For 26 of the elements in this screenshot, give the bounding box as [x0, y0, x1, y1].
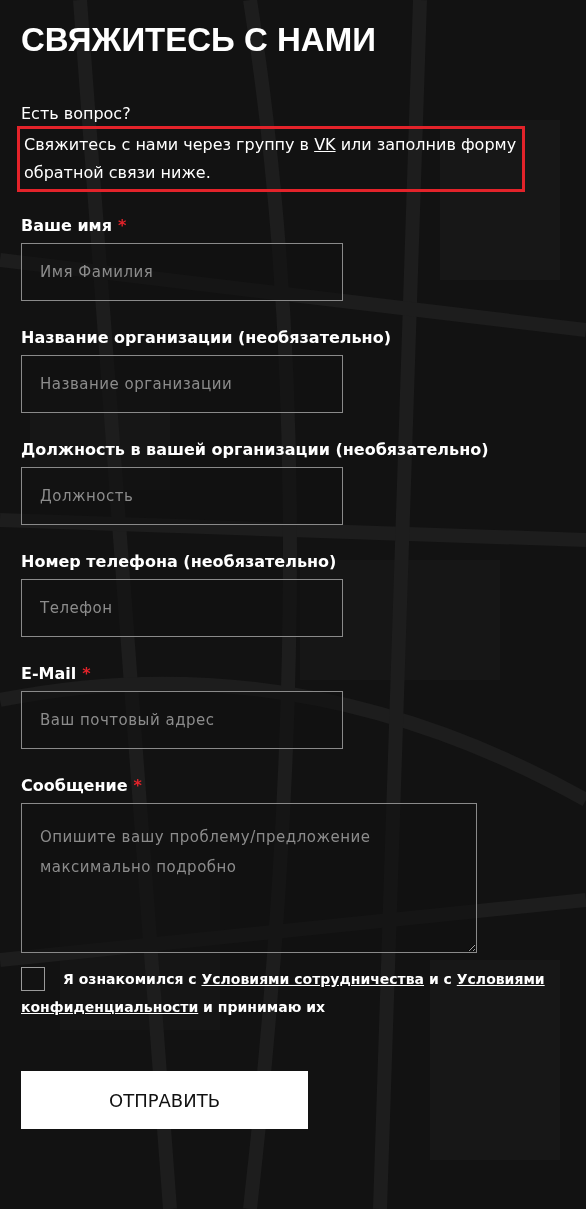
intro-paragraph: Свяжитесь с нами через группу в VK или заполнив форму обратной связи ниже.	[17, 126, 525, 192]
required-mark: *	[82, 664, 91, 683]
submit-button[interactable]: ОТПРАВИТЬ	[21, 1071, 308, 1129]
input-field[interactable]: Имя Фамилия	[21, 243, 343, 301]
consent-text: Я ознакомился с Условиями сотрудничества и с Условиями	[63, 970, 545, 989]
consent-text: конфиденциальности и принимаю их	[21, 998, 325, 1017]
vk-link[interactable]: VK	[314, 135, 336, 154]
field-label: Должность в вашей организации (необязательно)	[21, 439, 489, 461]
input-field[interactable]: Ваш почтовый адрес	[21, 691, 343, 749]
field-label: Ваше имя *	[21, 215, 127, 237]
field-label: Номер телефона (необязательно)	[21, 551, 337, 573]
message-field[interactable]: Опишите вашу проблему/предложение максимально подробно	[21, 803, 477, 953]
input-field[interactable]: Телефон	[21, 579, 343, 637]
terms-link[interactable]: конфиденциальности	[21, 999, 199, 1015]
consent-checkbox[interactable]	[21, 967, 45, 991]
required-mark: *	[117, 216, 127, 235]
field-label: Сообщение *	[21, 775, 142, 797]
field-label: Название организации (необязательно)	[21, 327, 391, 349]
terms-link[interactable]: Условиями сотрудничества	[201, 971, 425, 987]
question-text: Есть вопрос?	[21, 103, 132, 125]
field-label: E-Mail *	[21, 663, 91, 685]
input-field[interactable]: Название организации	[21, 355, 343, 413]
page-title: СВЯЖИТЕСЬ С НАМИ	[21, 20, 377, 60]
input-field[interactable]: Должность	[21, 467, 343, 525]
terms-link[interactable]: Условиями	[456, 971, 545, 987]
required-mark: *	[133, 776, 142, 795]
